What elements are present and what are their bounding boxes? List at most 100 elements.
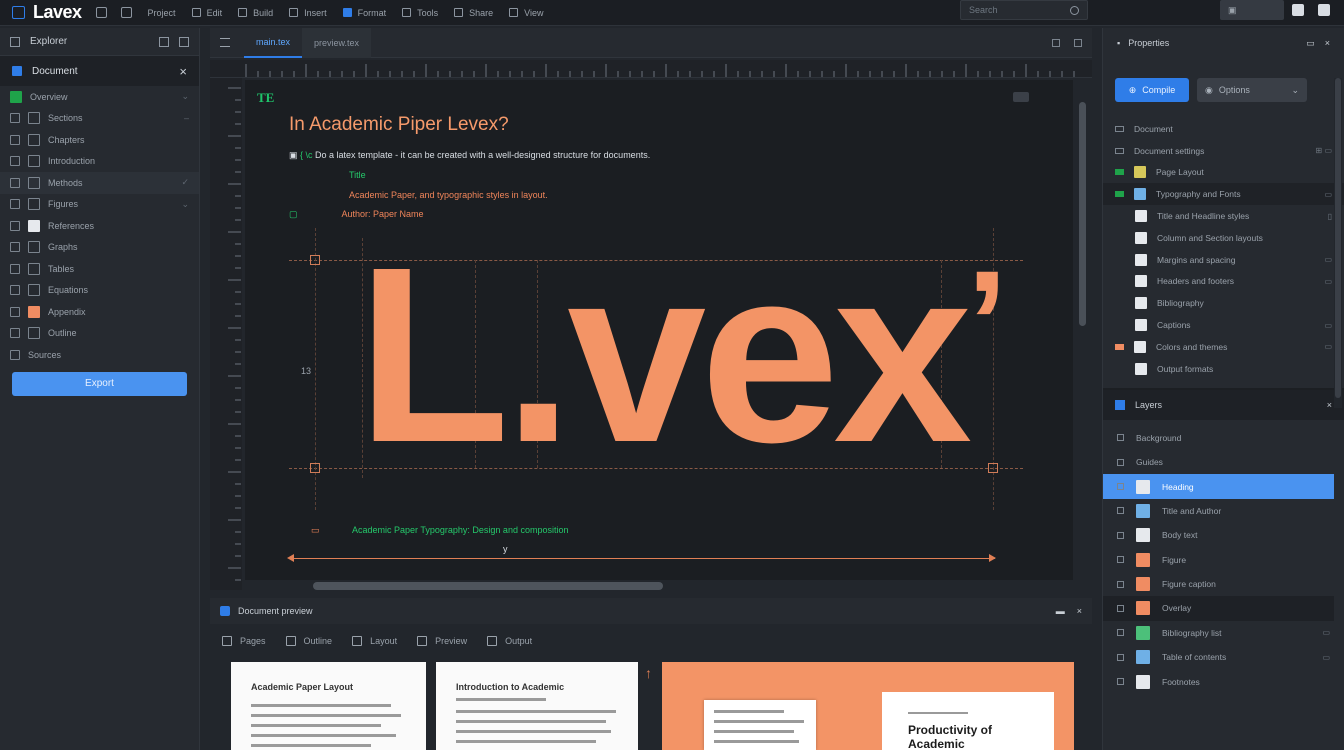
- search-input[interactable]: Search: [960, 0, 1088, 20]
- properties-icon: ▪: [1117, 38, 1121, 48]
- tree-item-page-layout[interactable]: Page Layout: [1103, 162, 1344, 184]
- visibility-icon: [1117, 556, 1124, 564]
- tab-main[interactable]: main.tex: [244, 28, 303, 58]
- user-menu-button[interactable]: ▣: [1220, 0, 1284, 20]
- colors-icon: [1134, 340, 1146, 353]
- format-icon: [342, 8, 352, 17]
- sidebar-item-appendix[interactable]: Appendix: [0, 301, 199, 323]
- edit-menu-icon: [191, 8, 201, 17]
- tab-outline[interactable]: Outline: [285, 636, 332, 646]
- tree-item-headers[interactable]: Headers and footers ▭: [1103, 271, 1344, 293]
- page-thumbnail-2[interactable]: Introduction to Academic: [436, 662, 638, 750]
- layer-body-text[interactable]: Body text: [1103, 523, 1344, 547]
- sidebar-item-overview[interactable]: Overview ⌄: [0, 86, 199, 108]
- sidebar-item-references[interactable]: References: [0, 215, 199, 237]
- sidebar-item-sources[interactable]: Sources: [0, 344, 199, 366]
- arrow-left-icon: [287, 554, 294, 562]
- menu-tools[interactable]: Tools: [402, 8, 438, 18]
- editor-canvas[interactable]: TE In Academic Piper Levex? ▣ { \c Do a …: [245, 80, 1073, 580]
- menu-format[interactable]: Format: [342, 8, 386, 18]
- sidebar-item-tables[interactable]: Tables: [0, 258, 199, 280]
- close-project-icon[interactable]: ×: [179, 64, 187, 79]
- tree-item-column-layouts[interactable]: Column and Section layouts: [1103, 227, 1344, 249]
- vscroll-thumb[interactable]: [1079, 102, 1086, 326]
- sidebar-item-introduction[interactable]: Introduction: [0, 151, 199, 173]
- tree-item-bibliography[interactable]: Bibliography: [1103, 292, 1344, 314]
- layer-heading[interactable]: Heading: [1103, 474, 1334, 499]
- right-scroll-thumb[interactable]: [1335, 78, 1341, 398]
- sidebar-item-figures[interactable]: Figures ⌄: [0, 194, 199, 216]
- sidebar-item-equations[interactable]: Equations: [0, 280, 199, 302]
- layer-guides[interactable]: Guides: [1103, 450, 1344, 474]
- sidebar-item-chapters[interactable]: Chapters: [0, 129, 199, 151]
- tree-item-captions[interactable]: Captions ▭: [1103, 314, 1344, 336]
- close-icon[interactable]: [179, 36, 189, 47]
- new-file-icon[interactable]: [95, 7, 107, 18]
- layer-figure-caption[interactable]: Figure caption: [1103, 572, 1344, 596]
- tree-item-colors[interactable]: Colors and themes ▭: [1103, 336, 1344, 358]
- edit-icon[interactable]: [120, 7, 132, 18]
- canvas-vertical-scrollbar[interactable]: [1077, 80, 1089, 580]
- canvas-options-icon[interactable]: [1013, 92, 1029, 102]
- menu-build[interactable]: Build: [238, 8, 273, 18]
- vruler-ticks: [228, 87, 241, 581]
- close-right-icon[interactable]: ×: [1325, 38, 1330, 49]
- compile-button[interactable]: ⊕ Compile: [1115, 78, 1189, 102]
- menu-share[interactable]: Share: [454, 8, 493, 18]
- tree-item-output-formats[interactable]: Output formats: [1103, 358, 1344, 380]
- collapse-right-icon[interactable]: ▭: [1306, 38, 1315, 49]
- tree-item-title-styles[interactable]: Title and Headline styles ▯: [1103, 205, 1344, 227]
- export-button[interactable]: Export: [12, 371, 187, 396]
- sidebar-item-graphs[interactable]: Graphs: [0, 237, 199, 259]
- layer-toc[interactable]: Table of contents ▭: [1103, 645, 1344, 669]
- menu-edit[interactable]: Edit: [191, 8, 222, 18]
- hscroll-thumb[interactable]: [313, 582, 663, 590]
- layer-overlay[interactable]: Overlay: [1103, 596, 1334, 621]
- appendix-icon: [10, 306, 20, 317]
- close-panel-icon[interactable]: ×: [1077, 606, 1082, 616]
- layers-close-icon[interactable]: ×: [1327, 400, 1332, 410]
- tab-pages[interactable]: Pages: [222, 636, 266, 646]
- sidebar-item-sections[interactable]: Sections –: [0, 108, 199, 130]
- menu-view[interactable]: View: [509, 8, 544, 18]
- page-thumbnail-1[interactable]: Academic Paper Layout: [231, 662, 426, 750]
- notification-icon[interactable]: [1292, 4, 1304, 16]
- layer-footnotes[interactable]: Footnotes: [1103, 669, 1344, 693]
- canvas-horizontal-scrollbar[interactable]: [245, 580, 1089, 592]
- sidebar-item-methods[interactable]: Methods ✓: [0, 172, 199, 194]
- minimize-icon[interactable]: ▬: [1056, 606, 1065, 616]
- settings-icon[interactable]: [1318, 4, 1330, 16]
- right-panel-scrollbar[interactable]: [1334, 78, 1342, 408]
- visibility-icon: [1117, 434, 1124, 442]
- tab-preview[interactable]: preview.tex: [302, 27, 372, 58]
- layer-bibliography[interactable]: Bibliography list ▭: [1103, 621, 1344, 645]
- collapse-icon[interactable]: [159, 36, 169, 47]
- menu-insert[interactable]: Insert: [289, 8, 327, 18]
- maximize-icon[interactable]: [1074, 38, 1082, 47]
- layer-title-author[interactable]: Title and Author: [1103, 499, 1344, 523]
- tab-layout[interactable]: Layout: [352, 636, 397, 646]
- options-dropdown[interactable]: ◉ Options ⌄: [1197, 78, 1307, 102]
- project-row[interactable]: Document ×: [0, 56, 199, 86]
- tree-item-document[interactable]: Document: [1103, 118, 1344, 140]
- anchor-bottom-left[interactable]: [310, 463, 320, 473]
- tab-preview-pane[interactable]: Preview: [417, 636, 467, 646]
- body-layer-icon: [1136, 528, 1150, 543]
- sidebar-item-outline[interactable]: Outline: [0, 323, 199, 345]
- headline-text[interactable]: L.vex’: [357, 230, 1027, 480]
- layer-figure[interactable]: Figure: [1103, 548, 1344, 572]
- visibility-icon: [1117, 629, 1124, 637]
- menu-project[interactable]: Project: [148, 8, 176, 18]
- page-thumbnail-3[interactable]: Productivity of Academic: [662, 662, 1074, 750]
- tree-item-document-settings[interactable]: Document settings ⊞ ▭: [1103, 140, 1344, 162]
- bottom-panel-header: Document preview ▬ ×: [210, 598, 1092, 624]
- tab-output[interactable]: Output: [487, 636, 532, 646]
- layer-background[interactable]: Background: [1103, 426, 1344, 450]
- menu-icon[interactable]: [220, 38, 230, 47]
- visibility-icon: [1117, 531, 1124, 539]
- split-icon[interactable]: [1052, 38, 1060, 47]
- tree-item-margins[interactable]: Margins and spacing ▭: [1103, 249, 1344, 271]
- anchor-top-left[interactable]: [310, 255, 320, 265]
- tree-item-typography[interactable]: Typography and Fonts ▭: [1103, 183, 1344, 206]
- share-icon: [454, 8, 464, 17]
